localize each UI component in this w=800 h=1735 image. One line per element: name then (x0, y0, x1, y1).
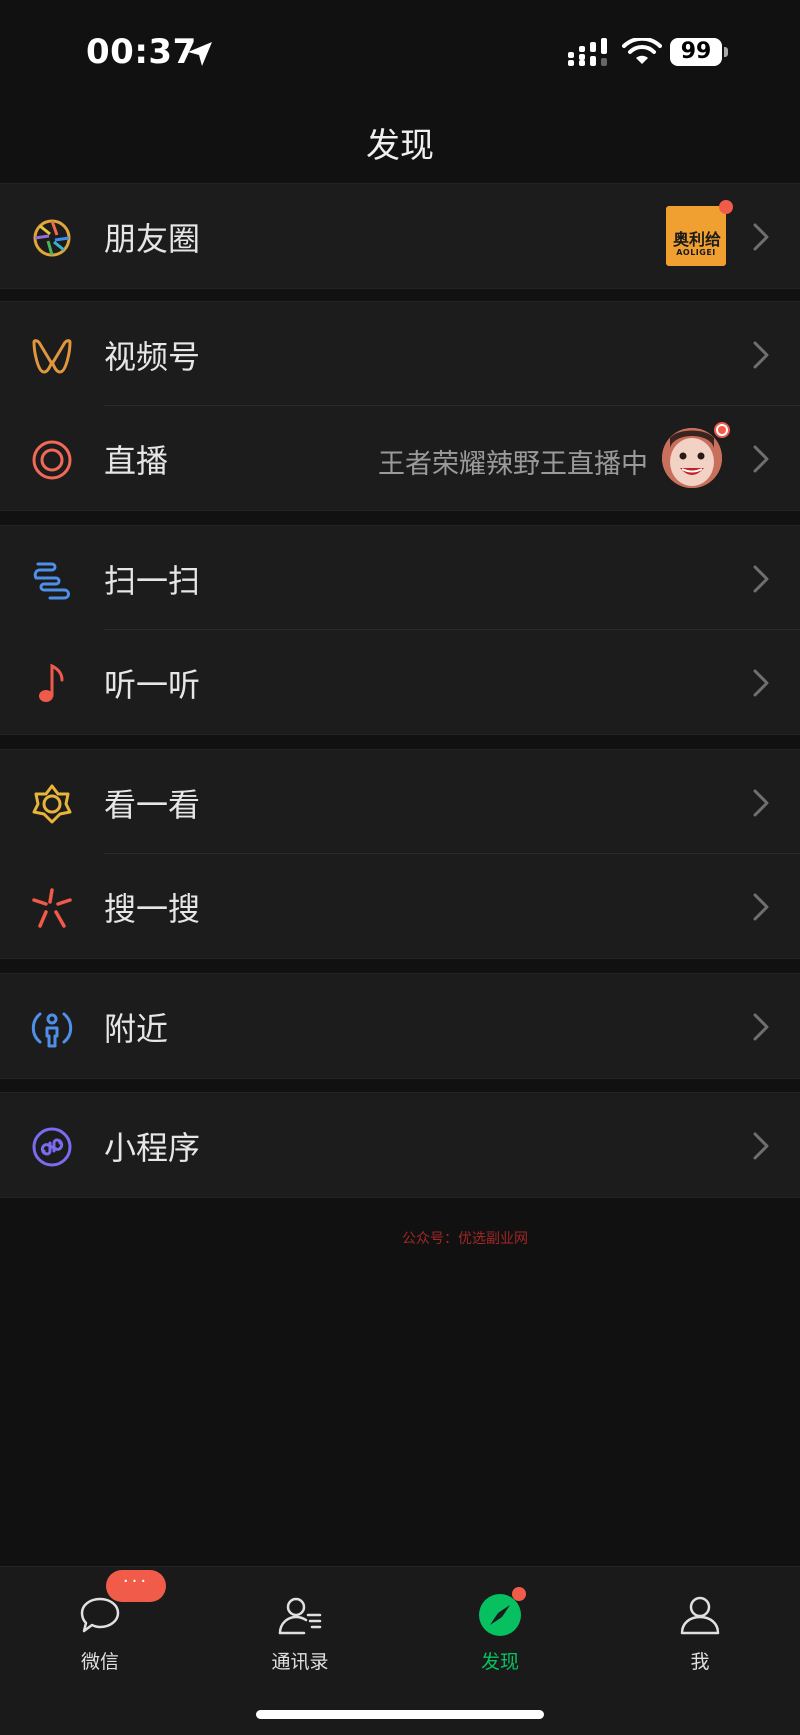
live-status-text: 王者荣耀辣野王直播中 (378, 449, 648, 480)
home-indicator[interactable] (256, 1710, 544, 1719)
menu-label-listen: 听一听 (104, 666, 201, 704)
status-bar: 00:37 99 (0, 0, 800, 100)
chevron-right-icon (753, 1132, 769, 1160)
tab-chats[interactable]: 微信 (40, 1587, 160, 1687)
wifi-icon (622, 38, 662, 64)
menu-item-live[interactable]: 直播 王者荣耀辣野王直播中 (0, 406, 800, 510)
menu-item-nearby[interactable]: 附近 (0, 974, 800, 1078)
moments-aperture-icon (33, 219, 71, 257)
menu-label-live: 直播 (104, 442, 169, 480)
chevron-right-icon (753, 789, 769, 817)
chevron-right-icon (753, 223, 769, 251)
channels-butterfly-icon (32, 339, 72, 374)
page-title: 发现 (366, 126, 434, 166)
tab-label-contacts: 通讯录 (271, 1651, 329, 1673)
menu-item-listen[interactable]: 听一听 (0, 630, 800, 734)
person-icon (680, 1596, 720, 1635)
live-indicator-core (718, 426, 726, 434)
nearby-person-icon (31, 1012, 73, 1048)
signal-icon (568, 38, 607, 66)
menu-item-top-stories[interactable]: 看一看 (0, 750, 800, 854)
moments-thumbnail-text: 奥利给 (672, 230, 721, 249)
menu-label-mini-programs: 小程序 (104, 1129, 201, 1167)
search-spark-icon (32, 888, 72, 928)
menu-label-scan: 扫一扫 (104, 562, 201, 600)
menu-label-search: 搜一搜 (104, 890, 201, 928)
location-arrow-icon (188, 42, 212, 66)
tab-discover[interactable]: 发现 (440, 1587, 560, 1687)
chevron-right-icon (753, 669, 769, 697)
moments-thumbnail: 奥利给 AOLIGEI (666, 206, 726, 266)
tab-label-chats: 微信 (80, 1651, 119, 1673)
chevron-right-icon (753, 341, 769, 369)
live-circle-icon (32, 440, 72, 480)
menu-label-top-stories: 看一看 (104, 786, 201, 824)
battery-indicator: 99 (670, 36, 728, 68)
contacts-icon (278, 1597, 322, 1635)
menu-item-search[interactable]: 搜一搜 (0, 854, 800, 958)
tab-me[interactable]: 我 (640, 1587, 760, 1687)
tab-label-me: 我 (690, 1651, 710, 1673)
chevron-right-icon (753, 445, 769, 473)
chevron-right-icon (753, 1013, 769, 1041)
tab-label-discover: 发现 (480, 1651, 519, 1673)
menu-label-moments: 朋友圈 (104, 220, 201, 258)
status-time: 00:37 (86, 32, 197, 72)
group-mini-programs: 小程序 (0, 1092, 800, 1198)
menu-item-mini-programs[interactable]: 小程序 (0, 1093, 800, 1197)
group-channels: 视频号 直播 王者荣耀辣野王直播中 (0, 301, 800, 511)
mini-program-icon (32, 1127, 72, 1167)
menu-label-nearby: 附近 (104, 1010, 169, 1048)
music-note-icon (39, 663, 64, 702)
discover-unread-dot (512, 1587, 526, 1601)
chevron-right-icon (753, 565, 769, 593)
moments-unread-dot (719, 200, 733, 214)
top-stories-star-icon (32, 784, 72, 824)
watermark-text: 公众号：优选副业网 (402, 1231, 528, 1247)
tab-contacts[interactable]: 通讯录 (240, 1587, 360, 1687)
battery-percent: 99 (680, 39, 712, 64)
menu-item-channels[interactable]: 视频号 (0, 302, 800, 406)
chats-unread-badge: ··· (106, 1570, 166, 1602)
group-top-stories: 看一看 搜一搜 (0, 749, 800, 959)
group-moments: 朋友圈 奥利给 AOLIGEI (0, 183, 800, 289)
group-scan: 扫一扫 听一听 (0, 525, 800, 735)
menu-label-channels: 视频号 (104, 338, 201, 376)
scan-icon (33, 562, 70, 600)
chevron-right-icon (753, 893, 769, 921)
menu-item-moments[interactable]: 朋友圈 奥利给 AOLIGEI (0, 184, 800, 288)
moments-thumbnail-subtext: AOLIGEI (676, 248, 716, 257)
group-nearby: 附近 (0, 973, 800, 1079)
live-streamer-avatar (662, 428, 722, 488)
menu-item-scan[interactable]: 扫一扫 (0, 526, 800, 630)
